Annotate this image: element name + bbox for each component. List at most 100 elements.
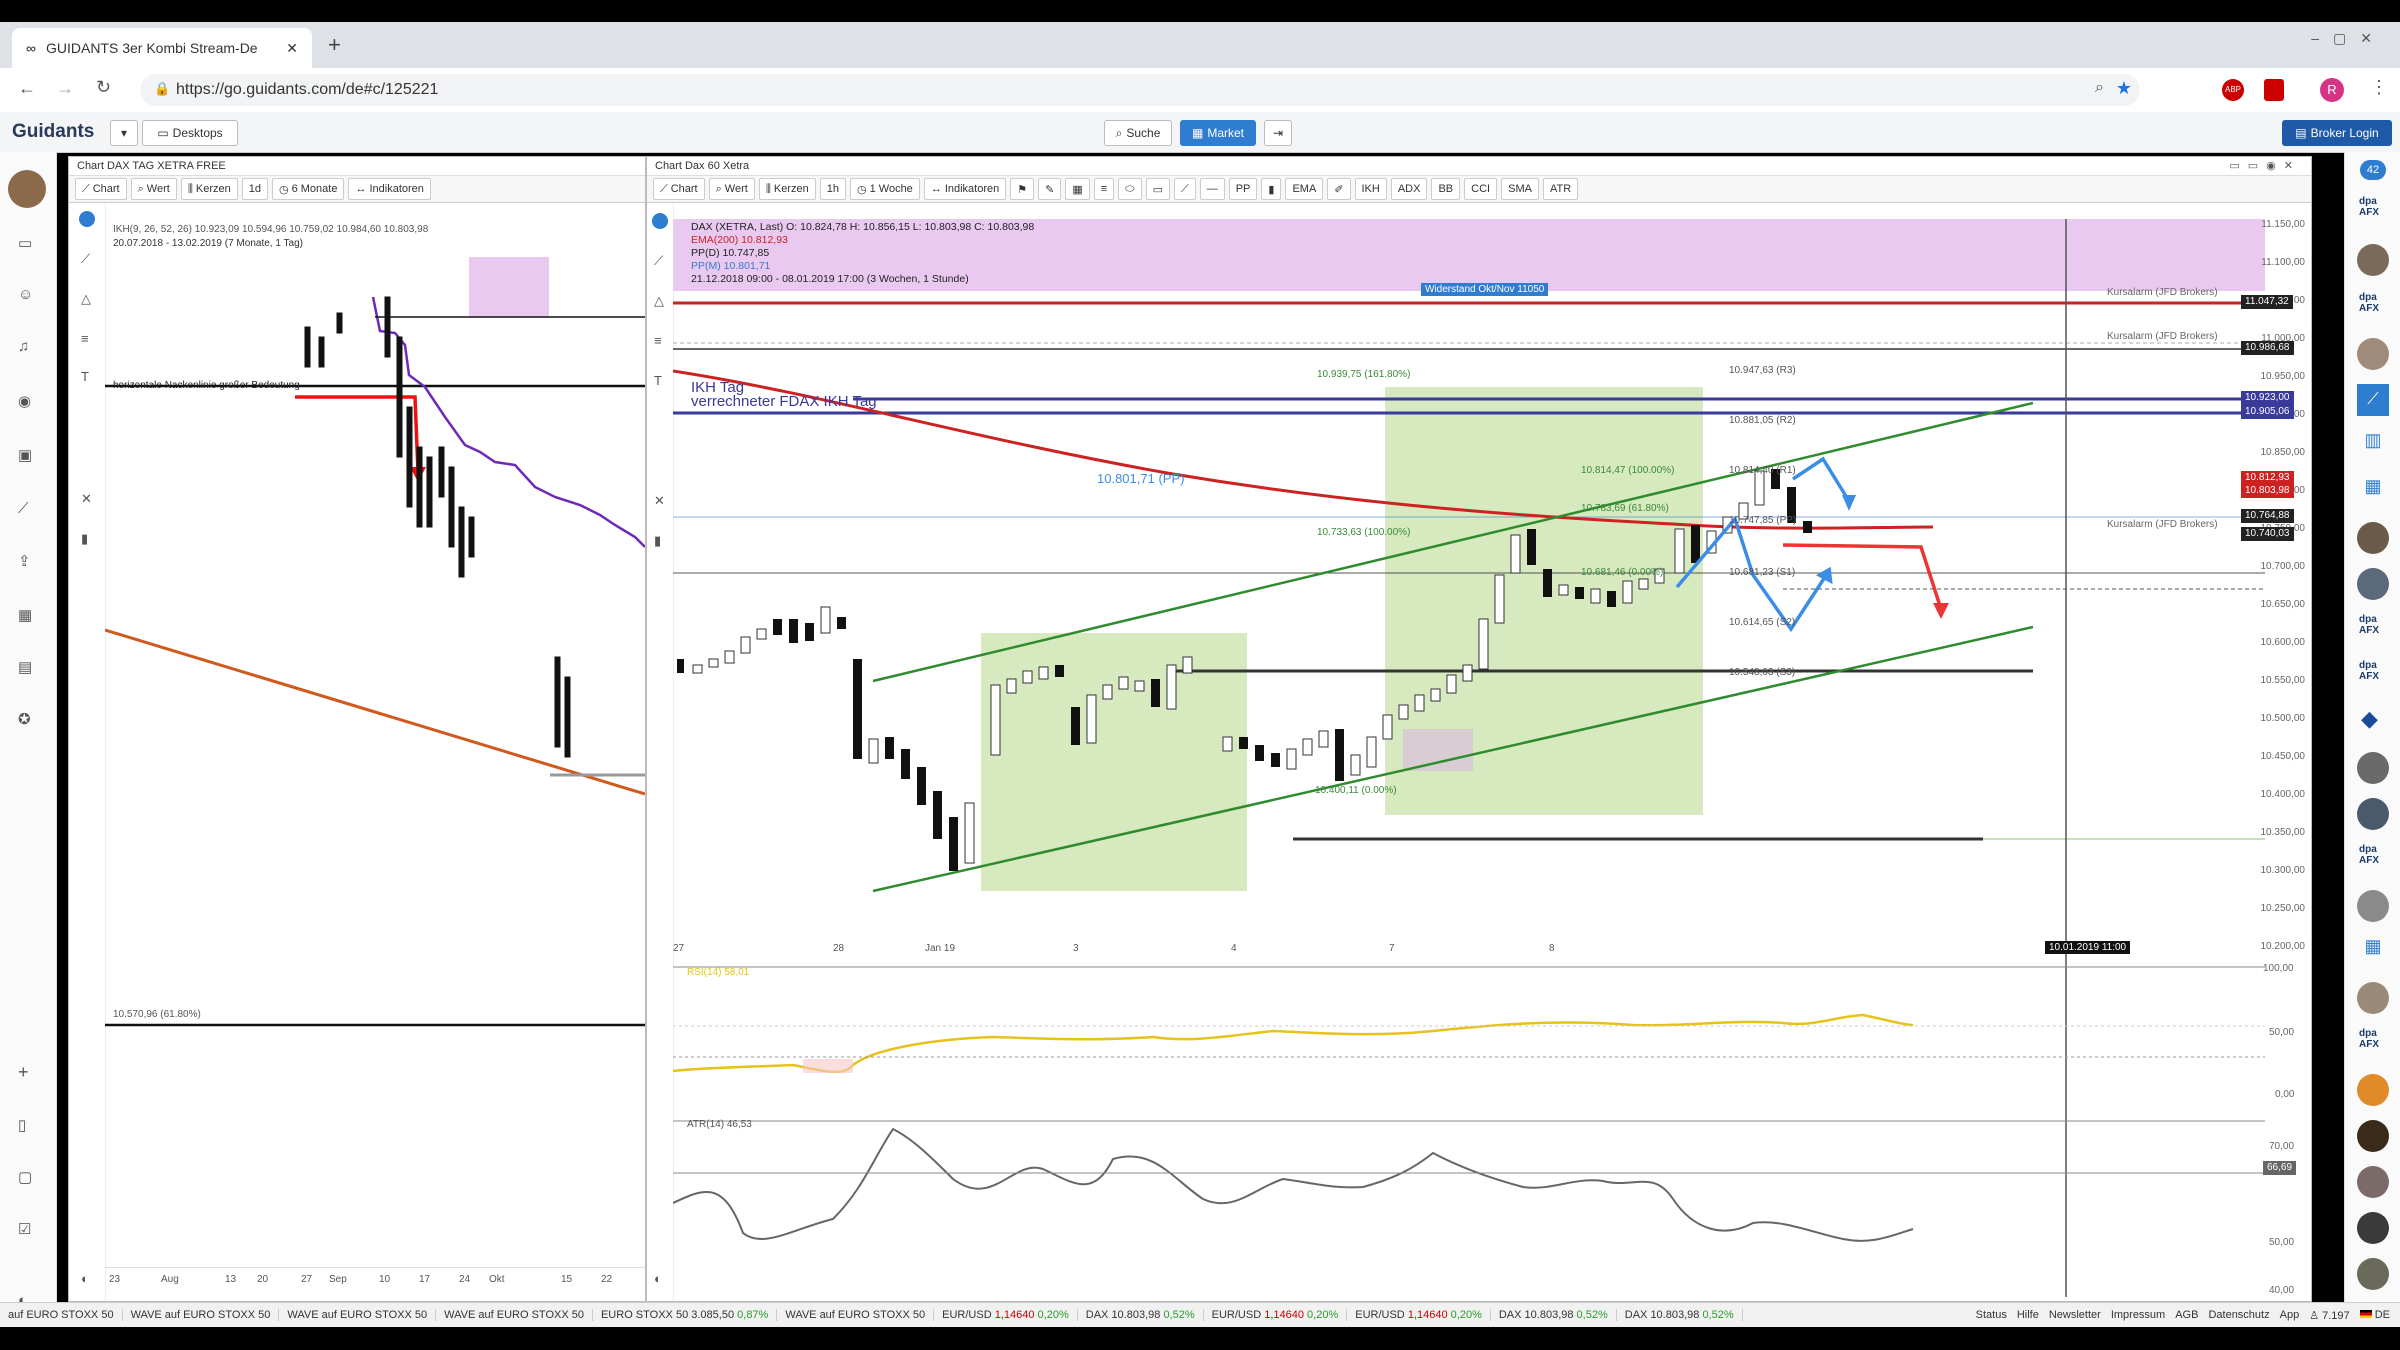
grid-feed-icon[interactable]: ▦ — [2357, 476, 2389, 508]
grid-tool[interactable]: ▦ — [1065, 178, 1090, 200]
privacy-link[interactable]: Datenschutz — [2208, 1309, 2269, 1322]
monitor-icon[interactable]: ▭ — [18, 234, 32, 252]
bookmark-star-icon[interactable]: ★ — [2116, 78, 2132, 99]
browser-tab[interactable]: ∞ GUIDANTS 3er Kombi Stream-De ✕ — [12, 28, 312, 68]
draw-tool[interactable]: ✎ — [1038, 178, 1062, 200]
app-link[interactable]: App — [2280, 1309, 2300, 1322]
user-avatar[interactable] — [8, 170, 46, 208]
newsletter-link[interactable]: Newsletter — [2049, 1309, 2101, 1322]
wert-button[interactable]: ⌕ Wert — [130, 178, 177, 200]
trend-tool[interactable]: ⟋ — [1173, 178, 1196, 200]
chart-button[interactable]: ⟋ Chart — [75, 178, 127, 200]
text-icon[interactable]: T — [81, 369, 89, 384]
guidants-logo[interactable]: Guidants — [12, 121, 94, 143]
help-link[interactable]: Hilfe — [2017, 1309, 2039, 1322]
close-tab-icon[interactable]: ✕ — [286, 40, 298, 57]
desktops-button[interactable]: ▭ Desktops — [142, 120, 238, 146]
ticker-item[interactable]: EUR/USD 1,14640 0,20% — [1204, 1309, 1348, 1321]
ticker-item[interactable]: WAVE auf EURO STOXX 50 — [123, 1309, 280, 1321]
ticker-item[interactable]: auf EURO STOXX 50 — [0, 1309, 123, 1321]
reload-icon[interactable]: ↻ — [96, 77, 111, 98]
window-controls[interactable]: –▢✕ — [2311, 30, 2386, 47]
grid-feed-icon[interactable]: ▦ — [2357, 936, 2389, 968]
range-button[interactable]: ◷ 6 Monate — [271, 178, 345, 200]
ellipse-tool[interactable]: ⬭ — [1118, 178, 1142, 200]
dpa-afx-icon[interactable]: dpa AFX — [2359, 292, 2379, 314]
calendar-icon[interactable]: ▢ — [18, 1168, 32, 1186]
atr-button[interactable]: ATR — [1542, 178, 1579, 200]
diamond-icon[interactable]: ◆ — [2361, 706, 2378, 732]
indicators-button[interactable]: ↔ Indikatoren — [348, 178, 431, 200]
ikh-button[interactable]: IKH — [1354, 178, 1387, 200]
trash-icon[interactable]: ▮ — [654, 533, 661, 549]
document-icon[interactable]: ▯ — [18, 1116, 26, 1134]
avatar[interactable] — [2357, 752, 2389, 784]
cursor-icon[interactable] — [79, 211, 95, 227]
interval-button[interactable]: 1h — [819, 178, 846, 200]
cursor-icon[interactable] — [652, 213, 668, 229]
ticker-item[interactable]: DAX 10.803,98 0,52% — [1617, 1309, 1743, 1321]
profile-avatar[interactable]: R — [2320, 78, 2344, 102]
new-tab-button[interactable]: + — [328, 32, 341, 58]
cross-icon[interactable]: ✕ — [81, 491, 92, 507]
adx-button[interactable]: ADX — [1390, 178, 1428, 200]
checklist-icon[interactable]: ☑ — [18, 1220, 31, 1238]
support-icon[interactable]: ✪ — [18, 710, 31, 728]
upload-icon[interactable]: ⇪ — [18, 552, 31, 570]
agb-link[interactable]: AGB — [2175, 1309, 2198, 1322]
sma-button[interactable]: SMA — [1501, 178, 1539, 200]
avatar[interactable] — [2357, 890, 2389, 922]
market-button[interactable]: ▦ Market — [1180, 120, 1256, 146]
forward-icon[interactable]: → — [56, 78, 74, 99]
search-button[interactable]: ⌕ Suche — [1104, 120, 1172, 146]
text-icon[interactable]: T — [654, 373, 662, 388]
pen-tool[interactable]: ✐ — [1327, 178, 1351, 200]
zoom-icon[interactable]: ⌕ — [2095, 79, 2104, 97]
hline-tool[interactable]: — — [1199, 178, 1225, 200]
logout-button[interactable]: ⇥ — [1264, 120, 1292, 146]
url-field[interactable]: 🔒 https://go.guidants.com/de#c/125221 ⌕ … — [140, 74, 2140, 106]
ticker-item[interactable]: EUR/USD 1,14640 0,20% — [934, 1309, 1078, 1321]
list-tool[interactable]: ≡ — [1093, 178, 1115, 200]
cci-button[interactable]: CCI — [1464, 178, 1498, 200]
money-icon[interactable]: ▣ — [18, 446, 32, 464]
trend-icon[interactable]: ⟋ — [18, 500, 29, 517]
trash-icon[interactable]: ▮ — [81, 531, 88, 547]
bars-tool[interactable]: ▮ — [1261, 178, 1282, 200]
avatar[interactable] — [2357, 1120, 2389, 1152]
broker-login-button[interactable]: ▤ Broker Login — [2282, 120, 2392, 146]
ema-button[interactable]: EMA — [1285, 178, 1324, 200]
pin-button[interactable]: ▾ — [110, 120, 138, 146]
kerzen-button[interactable]: ⫼ Kerzen — [180, 178, 238, 200]
avatar[interactable] — [2357, 522, 2389, 554]
browser-menu-icon[interactable]: ⋮ — [2370, 77, 2388, 98]
table-icon[interactable]: ▦ — [18, 606, 32, 624]
panel-window-icons[interactable]: ▭▭◉✕ — [2229, 157, 2301, 175]
interval-button[interactable]: 1d — [241, 178, 268, 200]
eye-icon[interactable]: ◉ — [18, 392, 31, 410]
avatar[interactable] — [2357, 1258, 2389, 1290]
language-selector[interactable]: DE — [2359, 1309, 2390, 1322]
avatar[interactable] — [2357, 338, 2389, 370]
flag-tool[interactable]: ⚑ — [1010, 178, 1035, 200]
contrast-toggle-icon[interactable]: ◐ — [81, 1271, 89, 1286]
avatar[interactable] — [2357, 244, 2389, 276]
pp-button[interactable]: PP — [1228, 178, 1258, 200]
ticker-item[interactable]: EURO STOXX 50 3.085,50 0,87% — [593, 1309, 778, 1321]
avatar[interactable] — [2357, 1212, 2389, 1244]
bank-icon[interactable]: ▥ — [2357, 430, 2389, 462]
back-icon[interactable]: ← — [18, 78, 36, 99]
ticker-item[interactable]: DAX 10.803,98 0,52% — [1491, 1309, 1617, 1321]
ticker-item[interactable]: WAVE auf EURO STOXX 50 — [777, 1309, 935, 1321]
adblock-icon[interactable]: ABP — [2222, 79, 2244, 101]
news-icon[interactable]: ▤ — [18, 658, 32, 676]
dpa-afx-icon[interactable]: dpa AFX — [2359, 1028, 2379, 1050]
avatar[interactable] — [2357, 1074, 2389, 1106]
avatar[interactable] — [2357, 1166, 2389, 1198]
notification-badge[interactable]: 42 — [2360, 160, 2386, 180]
ticker-item[interactable]: EUR/USD 1,14640 0,20% — [1347, 1309, 1491, 1321]
draw-line-icon[interactable]: ⟋ — [81, 251, 90, 267]
chart-feed-icon[interactable]: ⟋ — [2357, 384, 2389, 416]
ticker-item[interactable]: WAVE auf EURO STOXX 50 — [279, 1309, 437, 1321]
wert-button[interactable]: ⌕ Wert — [708, 178, 755, 200]
